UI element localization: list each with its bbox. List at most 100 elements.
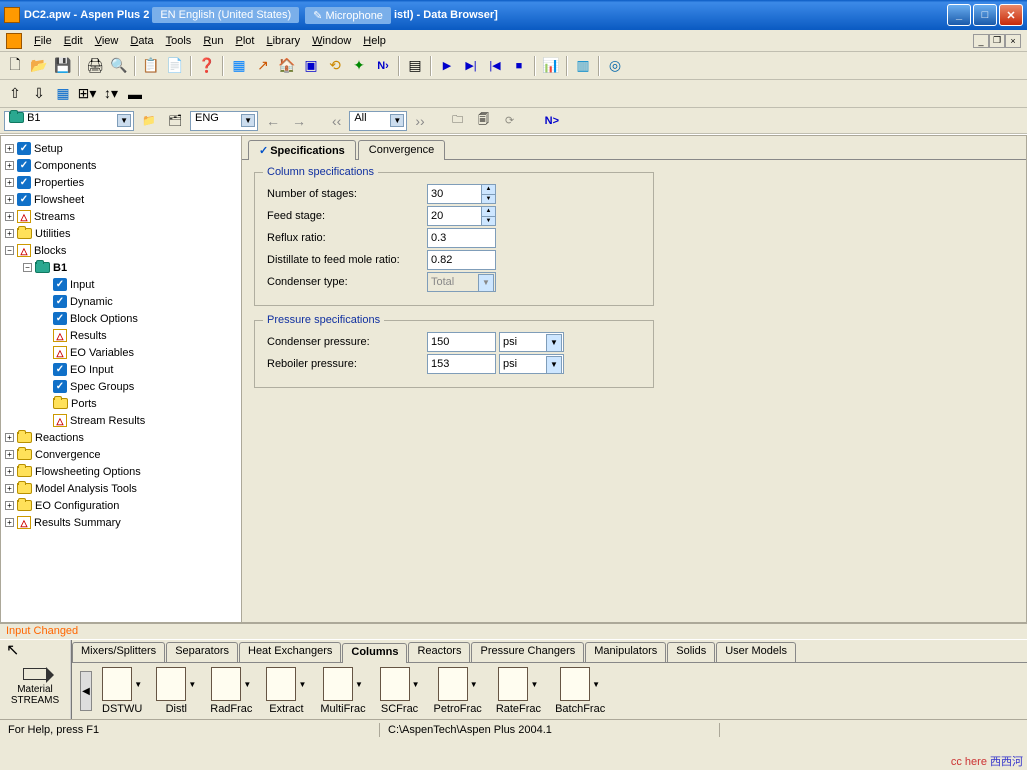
tool-button-1[interactable]: ⟲ [324,55,346,77]
model-radfrac[interactable]: ▼RadFrac [206,667,256,715]
tree-item-properties[interactable]: +✓Properties [1,174,241,191]
tree-item-eo-variables[interactable]: △EO Variables [1,344,241,361]
expand-icon[interactable]: − [23,263,32,272]
menu-data[interactable]: Data [124,33,159,49]
rebp-unit[interactable]: psi [499,354,564,374]
model-dstwu[interactable]: ▼DSTWU [98,667,146,715]
print-preview-button[interactable]: 🔍 [108,55,130,77]
mdi-minimize[interactable]: _ [973,34,989,48]
minimize-button[interactable]: _ [947,4,971,26]
dropdown-icon[interactable]: ▼ [132,680,142,689]
dropdown-icon[interactable]: ▼ [410,680,420,689]
maximize-button[interactable]: □ [973,4,997,26]
expand-icon[interactable]: + [5,467,14,476]
copy-button[interactable]: 📋 [140,55,162,77]
menu-help[interactable]: Help [357,33,392,49]
model-tab-separators[interactable]: Separators [166,642,238,662]
condtype-select[interactable]: Total [427,272,496,292]
model-tab-heat-exchangers[interactable]: Heat Exchangers [239,642,341,662]
expand-icon[interactable]: + [5,433,14,442]
dropdown-icon[interactable]: ▼ [353,680,363,689]
language-tag[interactable]: EN English (United States) [152,7,299,23]
model-ratefrac[interactable]: ▼RateFrac [492,667,545,715]
filter-button[interactable]: ▬ [124,83,146,105]
reflux-input[interactable] [427,228,496,248]
tab-specifications[interactable]: Specifications [248,140,356,160]
model-tab-manipulators[interactable]: Manipulators [585,642,666,662]
print-button[interactable]: 🖨 [84,55,106,77]
rewind-button[interactable]: |◀ [484,55,506,77]
model-batchfrac[interactable]: ▼BatchFrac [551,667,609,715]
refresh-button[interactable]: ⟳ [499,110,521,132]
model-distl[interactable]: ▼Distl [152,667,200,715]
condp-input[interactable] [427,332,496,352]
dropdown-icon[interactable]: ▼ [528,680,538,689]
copy-block-button[interactable]: 🗐 [473,110,495,132]
tree-item-blocks[interactable]: −△Blocks [1,242,241,259]
flowsheet-button[interactable]: ↗ [252,55,274,77]
menu-run[interactable]: Run [197,33,229,49]
menu-file[interactable]: File [28,33,58,49]
tree-item-setup[interactable]: +✓Setup [1,140,241,157]
tree-item-eo-input[interactable]: ✓EO Input [1,361,241,378]
menu-window[interactable]: Window [306,33,357,49]
feed-spinner[interactable]: ▲▼ [482,206,496,226]
menu-library[interactable]: Library [260,33,306,49]
model-tab-solids[interactable]: Solids [667,642,715,662]
table-button[interactable]: ▦ [52,83,74,105]
new-folder-button[interactable]: 🗀 [447,110,469,132]
tree-item-b1[interactable]: −B1 [1,259,241,276]
model-extract[interactable]: ▼Extract [262,667,310,715]
open-button[interactable]: 📂 [28,55,50,77]
home-button[interactable]: 🏠 [276,55,298,77]
results-button[interactable]: 📊 [540,55,562,77]
expand-icon[interactable] [41,416,50,425]
expand-icon[interactable]: + [5,161,14,170]
edit-button[interactable]: ⊞▾ [76,83,98,105]
dropdown-icon[interactable]: ▼ [241,680,251,689]
model-scfrac[interactable]: ▼SCFrac [376,667,424,715]
tree-item-results[interactable]: △Results [1,327,241,344]
model-tab-pressure-changers[interactable]: Pressure Changers [471,642,584,662]
simulation-button[interactable]: ▦ [228,55,250,77]
tree-item-ports[interactable]: Ports [1,395,241,412]
tab-convergence[interactable]: Convergence [358,140,445,160]
dropdown-icon[interactable]: ▼ [590,680,600,689]
check-button[interactable]: ▣ [300,55,322,77]
tree-item-eo-configuration[interactable]: +EO Configuration [1,497,241,514]
expand-icon[interactable] [41,365,50,374]
rebp-input[interactable] [427,354,496,374]
nstages-input[interactable] [427,184,482,204]
mdi-close[interactable]: × [1005,34,1021,48]
stream-results-button[interactable]: ▥ [572,55,594,77]
new-button[interactable]: 🗋 [4,55,26,77]
tree-item-convergence[interactable]: +Convergence [1,446,241,463]
save-button[interactable]: 💾 [52,55,74,77]
nstages-spinner[interactable]: ▲▼ [482,184,496,204]
stop-button[interactable]: ■ [508,55,530,77]
microphone-tag[interactable]: ✎ Microphone [305,7,391,24]
run-button[interactable]: ▶ [436,55,458,77]
tree-item-reactions[interactable]: +Reactions [1,429,241,446]
dfr-input[interactable] [427,250,496,270]
tree-item-spec-groups[interactable]: ✓Spec Groups [1,378,241,395]
expand-icon[interactable] [41,382,50,391]
last-button[interactable]: ›› [411,113,428,129]
close-button[interactable]: ✕ [999,4,1023,26]
expand-icon[interactable] [41,348,50,357]
filter-selector[interactable]: All [349,111,407,131]
next-button[interactable]: N› [372,55,394,77]
expand-icon[interactable]: + [5,501,14,510]
dropdown-icon[interactable]: ▼ [186,680,196,689]
stream-tool[interactable]: ↖ Material STREAMS [0,640,72,719]
menu-view[interactable]: View [89,33,125,49]
model-tab-mixers-splitters[interactable]: Mixers/Splitters [72,642,165,662]
expand-icon[interactable] [41,331,50,340]
tree-item-results-summary[interactable]: +△Results Summary [1,514,241,531]
sort-button[interactable]: ↕▾ [100,83,122,105]
grid-button[interactable]: ▤ [404,55,426,77]
tree-panel[interactable]: +✓Setup+✓Components+✓Properties+✓Flowshe… [0,135,242,623]
expand-icon[interactable]: − [5,246,14,255]
expand-icon[interactable]: + [5,484,14,493]
expand-icon[interactable] [41,297,50,306]
